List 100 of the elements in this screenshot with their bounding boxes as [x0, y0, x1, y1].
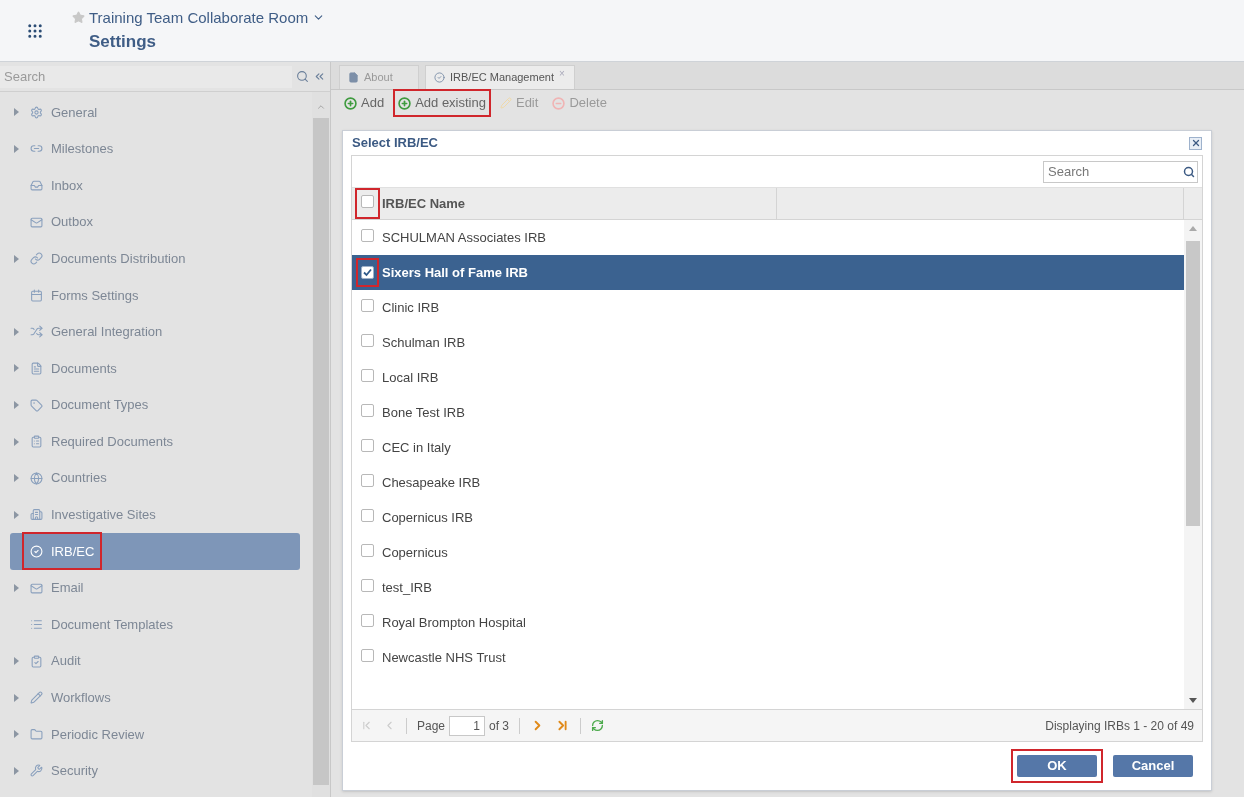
toolbar-button[interactable]: Add	[341, 91, 388, 115]
checkbox[interactable]	[361, 228, 374, 242]
wrench-icon	[30, 764, 43, 778]
table-row[interactable]: Local IRB	[352, 360, 1184, 395]
table-cell-text: Newcastle NHS Trust	[382, 648, 506, 667]
table-row[interactable]: CEC in Italy	[352, 430, 1184, 465]
expand-arrow-icon[interactable]	[13, 364, 19, 373]
sidebar-item-label: Periodic Review	[51, 725, 145, 744]
tab[interactable]: About	[339, 65, 419, 89]
search-icon[interactable]	[296, 70, 309, 83]
sidebar-item[interactable]: Document Templates	[10, 606, 300, 643]
checkbox[interactable]	[361, 403, 374, 417]
scroll-up-icon[interactable]	[316, 102, 326, 112]
checkbox[interactable]	[361, 368, 374, 382]
dialog-title: Select IRB/EC	[352, 134, 438, 153]
sidebar-item-label: General	[51, 103, 98, 122]
expand-arrow-icon[interactable]	[13, 254, 19, 263]
star-icon[interactable]	[72, 11, 85, 25]
dialog-button[interactable]: OK	[1017, 755, 1097, 777]
expand-arrow-icon[interactable]	[13, 767, 19, 775]
scrollbar-thumb[interactable]	[313, 118, 329, 785]
checkbox[interactable]	[361, 578, 374, 592]
sidebar-item[interactable]: Investigative Sites	[10, 496, 300, 534]
table-row[interactable]: Copernicus	[352, 535, 1184, 570]
dialog-button[interactable]: Cancel	[1113, 755, 1193, 777]
scroll-down-icon[interactable]	[1189, 698, 1197, 703]
refresh-icon[interactable]	[591, 719, 605, 732]
sidebar-item[interactable]: Required Documents	[10, 423, 300, 460]
expand-arrow-icon[interactable]	[13, 437, 19, 446]
expand-arrow-icon[interactable]	[13, 693, 19, 702]
sidebar-item[interactable]: Documents	[10, 350, 300, 387]
sidebar-item[interactable]: General Integration	[10, 313, 300, 351]
shuffle-icon	[30, 325, 43, 339]
table-cell-text: Copernicus IRB	[382, 508, 474, 527]
table-row[interactable]: Bone Test IRB	[352, 395, 1184, 430]
scrollbar-thumb[interactable]	[1186, 241, 1200, 526]
expand-arrow-icon[interactable]	[13, 108, 19, 117]
sidebar-item[interactable]: Inbox	[10, 167, 300, 204]
sidebar-item[interactable]: Periodic Review	[10, 716, 300, 753]
checkbox[interactable]	[361, 438, 374, 452]
checkbox[interactable]	[361, 265, 374, 279]
table-cell-text: Chesapeake IRB	[382, 473, 481, 492]
sidebar-item[interactable]: Email	[10, 569, 300, 607]
sidebar-search-field[interactable]: Search	[0, 65, 292, 88]
sidebar-item[interactable]: Milestones	[10, 130, 300, 168]
expand-arrow-icon[interactable]	[13, 401, 19, 410]
expand-arrow-icon[interactable]	[13, 657, 19, 666]
folder-icon	[30, 727, 43, 741]
checkbox[interactable]	[361, 473, 374, 487]
table-row[interactable]: Newcastle NHS Trust	[352, 640, 1184, 675]
toolbar-button[interactable]: Add existing	[395, 91, 489, 115]
sidebar-item[interactable]: Security	[10, 752, 300, 790]
page-title: Settings	[89, 31, 158, 53]
table-cell-text: CEC in Italy	[382, 438, 451, 457]
list-icon	[30, 618, 43, 632]
table-cell-text: Copernicus	[382, 543, 448, 562]
collapse-icon[interactable]	[313, 70, 326, 83]
expand-arrow-icon[interactable]	[13, 510, 19, 519]
sidebar-item[interactable]: Document Types	[10, 386, 300, 424]
apps-grid-icon[interactable]	[26, 21, 44, 40]
sidebar-item[interactable]: Documents Distribution	[10, 240, 300, 277]
table-row[interactable]: Copernicus IRB	[352, 500, 1184, 535]
tab-close-button[interactable]: ×	[558, 66, 565, 81]
tab[interactable]: IRB/EC Management ×	[425, 65, 575, 89]
checkbox[interactable]	[361, 543, 374, 557]
sidebar-item[interactable]: Workflows	[10, 679, 300, 717]
table-row[interactable]: Schulman IRB	[352, 325, 1184, 360]
expand-arrow-icon[interactable]	[13, 584, 19, 592]
sidebar-item-label: Email	[51, 579, 84, 598]
sidebar-item[interactable]: Outbox	[10, 203, 300, 241]
sidebar-item-label: Documents	[51, 359, 117, 378]
page-number-field[interactable]: 1	[449, 715, 486, 736]
sidebar-item-label: Workflows	[51, 689, 111, 708]
sidebar-item[interactable]: Countries	[10, 459, 300, 497]
sidebar-item[interactable]: Forms Settings	[10, 276, 300, 314]
table-row[interactable]: Clinic IRB	[352, 290, 1184, 325]
checkbox[interactable]	[361, 298, 374, 312]
table-row[interactable]: Sixers Hall of Fame IRB	[352, 255, 1184, 290]
room-title[interactable]: Training Team Collaborate Room	[89, 6, 309, 29]
table-row[interactable]: Royal Brompton Hospital	[352, 605, 1184, 640]
expand-arrow-icon[interactable]	[13, 474, 19, 483]
pencil-icon	[30, 691, 43, 705]
checkbox[interactable]	[361, 613, 374, 627]
table-row[interactable]: SCHULMAN Associates IRB	[352, 220, 1184, 255]
checkbox[interactable]	[361, 648, 374, 662]
checkbox[interactable]	[361, 508, 374, 522]
expand-arrow-icon[interactable]	[13, 730, 19, 739]
expand-arrow-icon[interactable]	[13, 327, 19, 336]
table-row[interactable]: Chesapeake IRB	[352, 465, 1184, 500]
checkbox[interactable]	[361, 194, 374, 208]
table-cell-text: Schulman IRB	[382, 333, 466, 352]
sidebar-item[interactable]: Audit	[10, 642, 300, 680]
first-page-icon[interactable]	[360, 719, 373, 732]
sidebar-item[interactable]: IRB/EC	[10, 533, 300, 570]
table-row[interactable]: test_IRB	[352, 570, 1184, 605]
expand-arrow-icon[interactable]	[13, 144, 19, 153]
close-button[interactable]	[1189, 136, 1202, 150]
checkbox[interactable]	[361, 333, 374, 347]
sidebar-item[interactable]: General	[10, 94, 300, 131]
scroll-up-icon[interactable]	[1189, 226, 1197, 231]
